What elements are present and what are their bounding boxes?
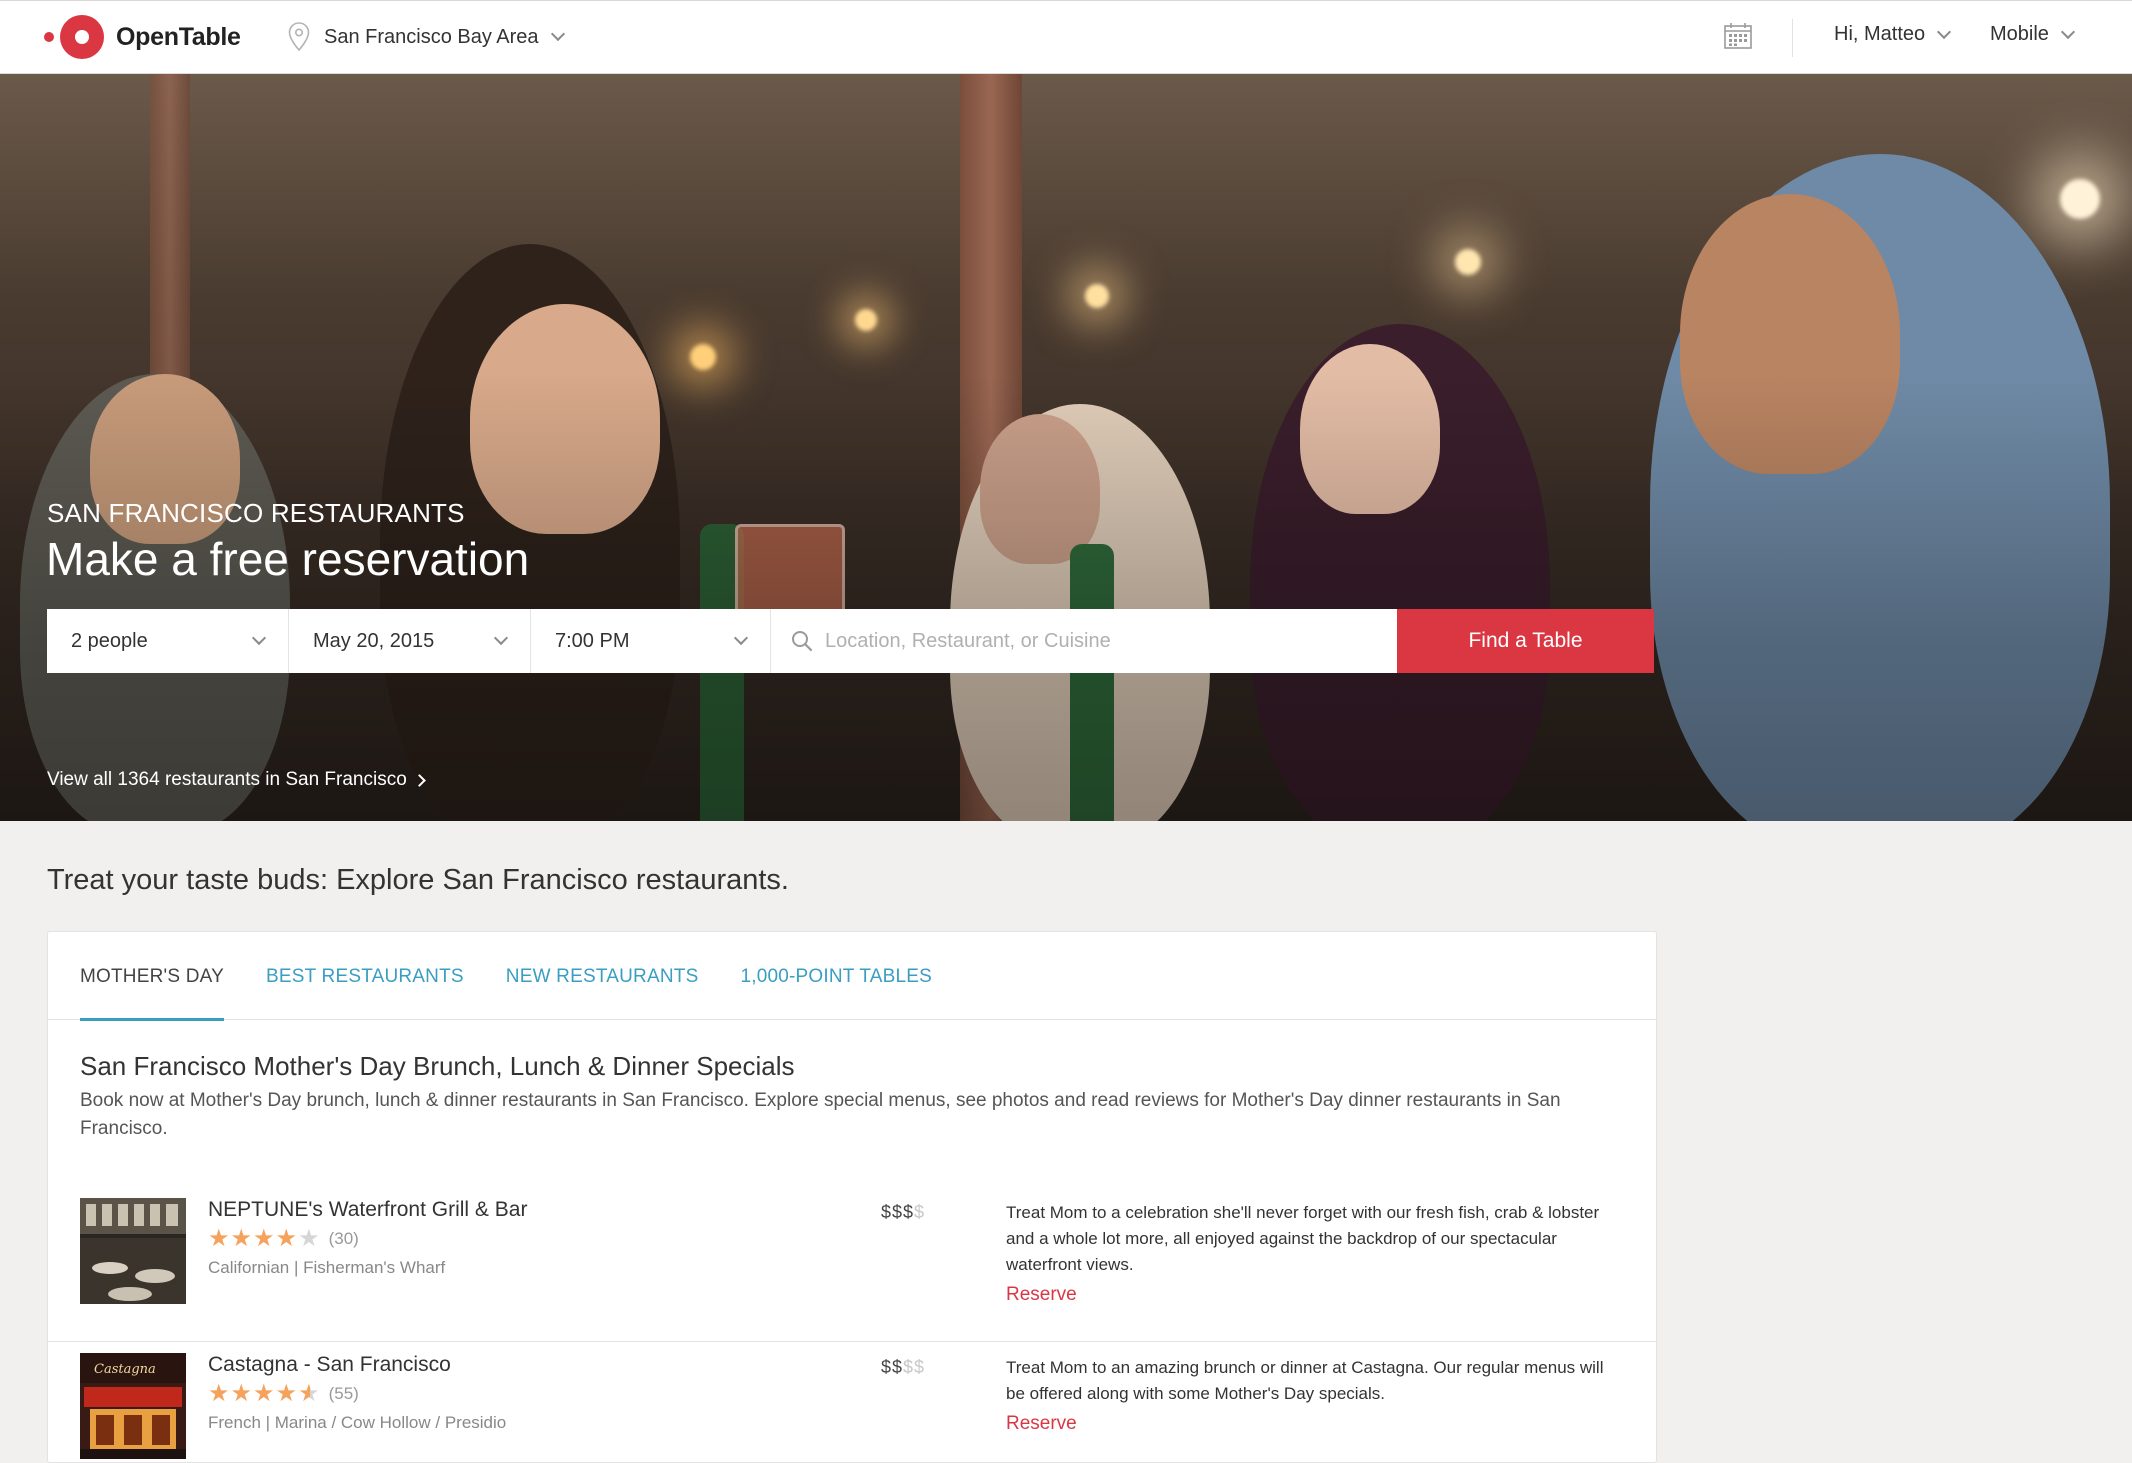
restaurant-panel: MOTHER'S DAY BEST RESTAURANTS NEW RESTAU… (47, 931, 1657, 1463)
party-size-select[interactable]: 2 people (47, 609, 289, 673)
section-title: San Francisco Mother's Day Brunch, Lunch… (80, 1051, 795, 1081)
mobile-menu[interactable]: Mobile (1990, 23, 2075, 46)
star-full-icon: ★ (275, 1380, 298, 1407)
chevron-down-icon (550, 26, 565, 42)
chevron-down-icon (493, 630, 509, 646)
user-menu[interactable]: Hi, Matteo (1834, 23, 1952, 46)
price-range: $$$$ (881, 1357, 925, 1378)
party-size-value: 2 people (71, 629, 148, 652)
star-rating: ★ ★ ★ ★ ★ (30) (208, 1227, 359, 1251)
reserve-link[interactable]: Reserve (1006, 1413, 1077, 1435)
calendar-icon[interactable] (1724, 23, 1752, 49)
reserve-link[interactable]: Reserve (1006, 1284, 1077, 1306)
category-tabs: MOTHER'S DAY BEST RESTAURANTS NEW RESTAU… (48, 932, 1656, 1021)
top-header: OpenTable San Francisco Bay Area Hi, Mat… (0, 0, 2132, 74)
hero-title: Make a free reservation (46, 533, 530, 585)
view-all-link[interactable]: View all 1364 restaurants in San Francis… (47, 769, 426, 791)
hero-kicker: SAN FRANCISCO RESTAURANTS (47, 498, 465, 528)
restaurant-name[interactable]: NEPTUNE's Waterfront Grill & Bar (208, 1198, 527, 1222)
hero-banner (0, 74, 2132, 821)
price-off: $ (914, 1202, 926, 1222)
restaurant-name[interactable]: Castagna - San Francisco (208, 1353, 451, 1377)
map-pin-icon (288, 22, 310, 52)
find-table-button[interactable]: Find a Table (1397, 609, 1654, 673)
logo-dot-icon (44, 32, 54, 42)
chevron-down-icon (2060, 24, 2075, 39)
reservation-search-bar: 2 people May 20, 2015 7:00 PM Find a Tab… (47, 609, 1654, 673)
time-value: 7:00 PM (555, 629, 630, 652)
logo-ring-icon (60, 15, 104, 59)
explore-tagline: Treat your taste buds: Explore San Franc… (47, 864, 789, 896)
section-description: Book now at Mother's Day brunch, lunch &… (80, 1090, 1561, 1139)
price-off: $$ (903, 1357, 926, 1377)
location-selector[interactable]: San Francisco Bay Area (288, 21, 565, 53)
date-value: May 20, 2015 (313, 629, 435, 652)
search-icon (792, 631, 813, 652)
chevron-down-icon (1937, 24, 1952, 39)
star-full-icon: ★ (253, 1380, 275, 1407)
star-half-icon: ★ (298, 1380, 320, 1407)
opentable-logo[interactable]: OpenTable (44, 15, 241, 59)
cuisine-location: French | Marina / Cow Hollow / Presidio (208, 1413, 507, 1432)
view-all-label: View all 1364 restaurants in San Francis… (47, 769, 407, 790)
price-on: $$$ (881, 1202, 915, 1222)
star-full-icon: ★ (208, 1380, 230, 1407)
chevron-right-icon (412, 773, 426, 787)
time-select[interactable]: 7:00 PM (531, 609, 771, 673)
restaurant-photo[interactable] (80, 1198, 186, 1304)
star-rating: ★ ★ ★ ★ ★ (55) (208, 1382, 359, 1406)
cuisine-location: Californian | Fisherman's Wharf (208, 1258, 446, 1277)
restaurant-row: Castagna Castagna - San Francisco ★ ★ ★ … (48, 1343, 1656, 1463)
restaurant-photo[interactable]: Castagna (80, 1353, 186, 1459)
star-full-icon: ★ (230, 1380, 253, 1407)
mobile-label: Mobile (1990, 23, 2049, 45)
restaurant-blurb: Treat Mom to an amazing brunch or dinner… (1006, 1358, 1604, 1403)
chevron-down-icon (251, 630, 267, 646)
tab-best-restaurants[interactable]: BEST RESTAURANTS (266, 932, 464, 1020)
star-full-icon: ★ (253, 1225, 275, 1252)
star-full-icon: ★ (208, 1225, 230, 1252)
search-field[interactable] (771, 609, 1397, 673)
star-empty-icon: ★ (298, 1225, 320, 1252)
location-label: San Francisco Bay Area (324, 25, 539, 48)
brand-name: OpenTable (116, 22, 241, 51)
tab-1000-point-tables[interactable]: 1,000-POINT TABLES (740, 932, 932, 1020)
review-count[interactable]: (30) (329, 1229, 359, 1249)
chevron-down-icon (733, 630, 749, 646)
restaurant-blurb: Treat Mom to a celebration she'll never … (1006, 1203, 1600, 1274)
star-full-icon: ★ (230, 1225, 253, 1252)
restaurant-row: NEPTUNE's Waterfront Grill & Bar ★ ★ ★ ★… (48, 1188, 1656, 1342)
hero-shade (0, 74, 2132, 821)
tab-new-restaurants[interactable]: NEW RESTAURANTS (506, 932, 699, 1020)
header-divider (1792, 19, 1793, 57)
svg-text:Castagna: Castagna (94, 1362, 156, 1377)
tab-mothers-day[interactable]: MOTHER'S DAY (80, 932, 224, 1021)
star-full-icon: ★ (275, 1225, 298, 1252)
price-on: $$ (881, 1357, 904, 1377)
user-greeting: Hi, Matteo (1834, 23, 1926, 45)
search-input[interactable] (825, 629, 1385, 653)
review-count[interactable]: (55) (329, 1384, 359, 1404)
date-select[interactable]: May 20, 2015 (289, 609, 531, 673)
price-range: $$$$ (881, 1202, 925, 1223)
